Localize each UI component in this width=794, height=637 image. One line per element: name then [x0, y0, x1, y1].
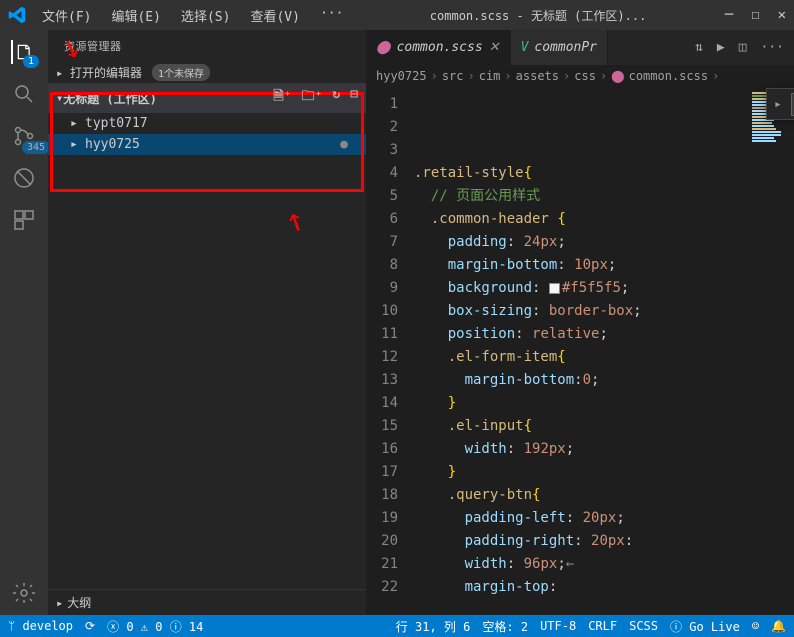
menu-select[interactable]: 选择(S) — [173, 2, 238, 29]
open-editors-header[interactable]: ▸ 打开的编辑器 1个未保存 — [48, 62, 366, 83]
minimap[interactable] — [750, 87, 794, 615]
tree-item-hyy0725[interactable]: ▸ hyy0725 ● — [48, 134, 366, 155]
explorer-badge: 1 — [23, 55, 39, 68]
compare-icon[interactable]: ⇅ — [695, 40, 703, 55]
problems[interactable]: ⓧ 0 ⚠ 0 ⓘ 14 — [107, 618, 203, 635]
more-icon[interactable]: ··· — [761, 40, 784, 55]
tab-label: commonPr — [534, 40, 597, 55]
breadcrumb-item[interactable]: common.scss — [629, 69, 708, 83]
breadcrumb-item[interactable]: cim — [479, 69, 501, 83]
find-toggle-icon[interactable]: ▸ — [771, 97, 785, 112]
vscode-logo — [8, 6, 26, 24]
search-icon[interactable] — [12, 82, 36, 106]
status-feedback-icon[interactable]: ☺ — [752, 619, 759, 633]
status-bell-icon[interactable]: 🔔 — [771, 619, 786, 633]
debug-icon[interactable] — [12, 166, 36, 190]
modified-dot-icon: ● — [340, 137, 348, 152]
menu-view[interactable]: 查看(V) — [242, 2, 307, 29]
tab-label: common.scss — [397, 40, 483, 55]
git-branch[interactable]: ᛘ develop — [8, 619, 73, 633]
status-lang[interactable]: SCSS — [629, 619, 658, 633]
scss-icon: ⬤ — [611, 69, 624, 83]
explorer-icon[interactable]: 1 — [11, 40, 35, 64]
new-folder-icon[interactable]: 🗀⁺ — [302, 87, 323, 109]
split-icon[interactable]: ◫ — [739, 40, 747, 55]
status-eol[interactable]: CRLF — [588, 619, 617, 633]
tree-item-label: hyy0725 — [85, 137, 140, 152]
workspace-label: 无标题 (工作区) — [63, 90, 157, 107]
chevron-right-icon: ▸ — [70, 137, 80, 152]
tab-commonpr[interactable]: V commonPr — [511, 30, 608, 65]
breadcrumb[interactable]: hyy0725› src› cim› assets› css› ⬤ common… — [366, 65, 794, 87]
minimize-button[interactable]: ─ — [725, 7, 733, 23]
status-golive[interactable]: ⓘ Go Live — [670, 618, 740, 635]
find-widget: ▸ Aa Abl ·* ← → ✕ — [766, 88, 794, 120]
vue-icon: V — [521, 40, 529, 55]
workspace-header[interactable]: ▾ 无标题 (工作区) 🗎⁺ 🗀⁺ ↻ ⊟ — [48, 83, 366, 113]
breadcrumb-item[interactable]: src — [442, 69, 464, 83]
menu-edit[interactable]: 编辑(E) — [103, 2, 168, 29]
close-button[interactable]: ✕ — [778, 7, 786, 23]
extensions-icon[interactable] — [12, 208, 36, 232]
status-cursor[interactable]: 行 31, 列 6 — [396, 618, 471, 635]
tree-item-typt0717[interactable]: ▸ typt0717 — [48, 113, 366, 134]
window-title: common.scss - 无标题 (工作区)... — [351, 7, 724, 24]
breadcrumb-item[interactable]: css — [574, 69, 596, 83]
tree-item-label: typt0717 — [85, 116, 148, 131]
scss-icon: ⬤ — [376, 40, 391, 55]
breadcrumb-item[interactable]: hyy0725 — [376, 69, 427, 83]
outline-label: 大纲 — [67, 594, 91, 611]
settings-icon[interactable] — [12, 581, 36, 605]
collapse-icon[interactable]: ⊟ — [350, 87, 358, 109]
code-editor[interactable]: .retail-style{ // 页面公用样式 .common-header … — [414, 87, 750, 615]
chevron-right-icon: ▸ — [56, 66, 66, 80]
unsaved-count: 1个未保存 — [152, 64, 210, 81]
sync-icon[interactable]: ⟳ — [85, 619, 95, 633]
chevron-right-icon: ▸ — [56, 596, 63, 610]
sidebar-title: 资源管理器 — [48, 30, 366, 62]
tab-close-icon[interactable]: ✕ — [489, 40, 500, 55]
menu-more[interactable]: ··· — [312, 2, 351, 29]
statusbar: ᛘ develop ⟳ ⓧ 0 ⚠ 0 ⓘ 14 行 31, 列 6 空格: 2… — [0, 615, 794, 637]
run-icon[interactable]: ▶ — [717, 40, 725, 55]
status-spaces[interactable]: 空格: 2 — [482, 618, 528, 635]
chevron-right-icon: ▸ — [70, 116, 80, 131]
line-numbers: 12345678910111213141516171819202122 — [366, 87, 414, 615]
new-file-icon[interactable]: 🗎⁺ — [273, 87, 291, 109]
outline-header[interactable]: ▸ 大纲 — [48, 589, 366, 615]
refresh-icon[interactable]: ↻ — [332, 87, 340, 109]
tab-common-scss[interactable]: ⬤ common.scss ✕ — [366, 30, 511, 65]
open-editors-label: 打开的编辑器 — [70, 64, 142, 81]
breadcrumb-item[interactable]: assets — [516, 69, 559, 83]
menu-file[interactable]: 文件(F) — [34, 2, 99, 29]
scm-badge: 345 — [22, 141, 50, 154]
maximize-button[interactable]: ☐ — [751, 7, 759, 23]
scm-icon[interactable]: 345 — [12, 124, 36, 148]
status-encoding[interactable]: UTF-8 — [540, 619, 576, 633]
